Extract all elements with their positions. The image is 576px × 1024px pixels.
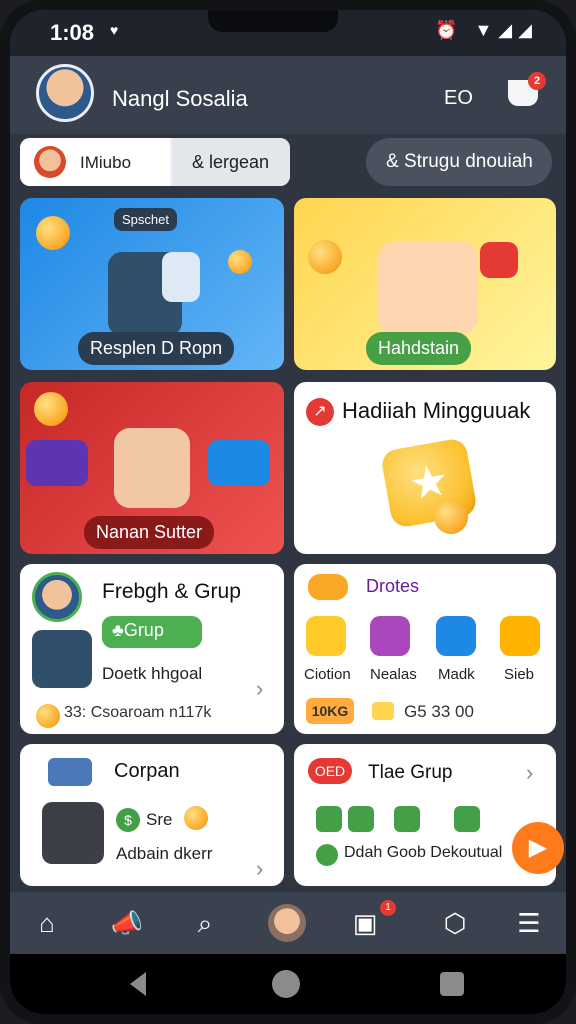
app-header: Nangl Sosalia EO 2 xyxy=(10,56,566,134)
illustration-girl xyxy=(114,428,190,508)
illustration-kids xyxy=(378,242,478,334)
chart-icon xyxy=(454,806,480,832)
money-icon xyxy=(316,806,342,832)
card-badge: 10KG xyxy=(306,698,354,724)
search-icon[interactable]: ⌕ xyxy=(180,900,230,946)
coin-icon xyxy=(308,240,342,274)
avatar[interactable] xyxy=(36,64,94,122)
tab-imiubo[interactable]: IMiubo xyxy=(20,138,170,186)
bottom-nav: ⌂ 📣 ⌕ ▣ 1 ⬡ ☰ xyxy=(10,892,566,954)
header-eo[interactable]: EO xyxy=(444,87,473,110)
illustration-machine xyxy=(26,440,88,486)
notification-badge: 1 xyxy=(380,900,396,916)
coin-icon xyxy=(36,704,60,728)
ciotion-icon[interactable] xyxy=(306,616,346,656)
card-1[interactable]: Spschet Resplen D Ropn xyxy=(20,198,284,370)
icon-label: Nealas xyxy=(370,666,417,683)
menu-icon[interactable]: ☰ xyxy=(504,900,554,946)
phone-box-icon xyxy=(32,630,92,688)
group-badge: ♣Grup xyxy=(102,616,202,648)
illustration-phone xyxy=(162,252,200,302)
group-button-label: & Strugu dnouiah xyxy=(386,151,533,172)
card-3[interactable]: Nanan Sutter xyxy=(20,382,284,554)
tab-lergean[interactable]: & lergean xyxy=(172,138,290,186)
status-icons: ⏰ ▼◢◢ xyxy=(435,20,538,40)
avatar xyxy=(32,572,82,622)
coin-icon xyxy=(228,250,252,274)
card-group[interactable]: OED Tlae Grup › Ddah Goob Dekoutual xyxy=(294,744,556,886)
card-title: Frebgh & Grup xyxy=(102,580,241,603)
icon-label: Sieb xyxy=(504,666,535,683)
card-2[interactable]: Hahdstain xyxy=(294,198,556,370)
icon-label: Ciotion xyxy=(304,666,351,683)
card-title: Drotes xyxy=(366,576,420,596)
chevron-right-icon[interactable]: › xyxy=(256,856,263,882)
coins-icon xyxy=(308,574,348,600)
corpan-icon xyxy=(48,758,92,786)
card-drotes[interactable]: Drotes Ciotion Nealas Madk Sieb 10KG G5 … xyxy=(294,564,556,734)
icon-label: Madk xyxy=(438,666,475,683)
card-chip: Spschet xyxy=(114,208,177,231)
tab-avatar xyxy=(34,146,66,178)
home-icon[interactable]: ⌂ xyxy=(22,900,72,946)
recents-icon[interactable] xyxy=(440,972,464,996)
card-pill: Hahdstain xyxy=(366,332,472,365)
profile-avatar[interactable] xyxy=(268,904,306,942)
nealas-icon[interactable] xyxy=(370,616,410,656)
card-text: Doetk hhgoal xyxy=(102,664,203,683)
gift-icon[interactable] xyxy=(500,616,540,656)
coin-icon xyxy=(36,216,70,250)
dollar-icon: $ xyxy=(116,808,140,832)
system-nav xyxy=(10,954,566,1014)
card-weekly-reward[interactable]: ↗ Hadiiah Mingguuak ★ xyxy=(294,382,556,554)
phone-frame: 1:08 ♥ ⏰ ▼◢◢ Nangl Sosalia EO 2 IMiubo &… xyxy=(0,0,576,1024)
coin-icon xyxy=(184,806,208,830)
card-label: Sre xyxy=(146,810,173,829)
card-badge: OED xyxy=(308,758,352,784)
camera-notch xyxy=(208,10,338,32)
wallet-icon xyxy=(372,702,394,720)
chevron-right-icon[interactable]: › xyxy=(526,760,533,786)
box-icon[interactable]: ⬡ xyxy=(430,900,480,946)
card-stat: 33: Csoaroam n117k xyxy=(64,704,212,721)
status-time: 1:08 xyxy=(50,20,95,45)
group-button[interactable]: & Strugu dnouiah xyxy=(366,138,552,186)
app-screen: 1:08 ♥ ⏰ ▼◢◢ Nangl Sosalia EO 2 IMiubo &… xyxy=(10,10,566,1014)
coin-icon xyxy=(34,392,68,426)
back-icon[interactable] xyxy=(130,972,146,996)
card-friends-group[interactable]: Frebgh & Grup ♣Grup Doetk hhgoal › 33: C… xyxy=(20,564,284,734)
card-text: Adbain dkerr xyxy=(116,844,213,863)
tab-label: IMiubo xyxy=(80,153,132,172)
illustration-machine xyxy=(208,440,270,486)
play-button[interactable]: ▶ xyxy=(512,822,564,874)
card-text: Ddah Goob Dekoutual xyxy=(344,844,503,861)
heart-icon: ♥ xyxy=(110,22,119,38)
gift-icon xyxy=(480,242,518,278)
check-icon xyxy=(316,844,338,866)
card-pill: Nanan Sutter xyxy=(84,516,215,549)
tab-bar: IMiubo & lergean xyxy=(20,138,290,186)
money-icon xyxy=(348,806,374,832)
notification-badge: 2 xyxy=(528,72,546,90)
chevron-right-icon[interactable]: › xyxy=(256,676,263,702)
megaphone-icon[interactable]: 📣 xyxy=(102,900,152,946)
card-title: Tlae Grup xyxy=(368,762,453,783)
home-button-icon[interactable] xyxy=(272,970,300,998)
card-title: Corpan xyxy=(114,760,180,782)
status-bar: 1:08 ♥ ⏰ ▼◢◢ xyxy=(10,10,566,56)
tab-label: & lergean xyxy=(192,152,270,172)
card-pill: Resplen D Ropn xyxy=(78,332,235,365)
card-corpan[interactable]: Corpan $ Sre Adbain dkerr › xyxy=(20,744,284,886)
dollar-icon xyxy=(394,806,420,832)
card-stat: G5 33 00 xyxy=(404,702,474,721)
card-title: Hadiiah Mingguuak xyxy=(342,398,531,423)
username: Nangl Sosalia xyxy=(112,86,248,111)
cards-icon xyxy=(42,802,104,864)
coin-icon xyxy=(434,500,468,534)
trend-icon: ↗ xyxy=(306,398,334,426)
icon-row xyxy=(304,616,546,664)
madk-icon[interactable] xyxy=(436,616,476,656)
icon-labels: Ciotion Nealas Madk Sieb xyxy=(304,666,546,688)
